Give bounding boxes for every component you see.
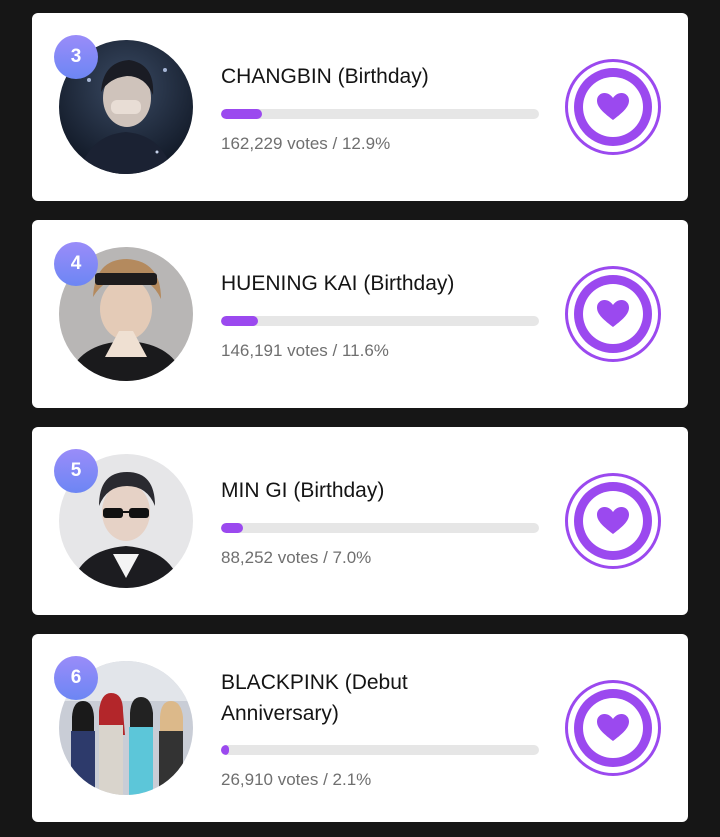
vote-count: 26,910 votes / 2.1%	[221, 770, 372, 789]
vote-progress-bar	[221, 316, 539, 326]
vote-progress-fill	[221, 523, 244, 533]
vote-count: 88,252 votes / 7.0%	[221, 548, 372, 567]
ranking-card: 6 BLACKPINK (Debut Anniversary) 26,910 v…	[32, 634, 688, 822]
vote-heart-button[interactable]	[565, 266, 661, 362]
vote-progress-fill	[221, 109, 263, 119]
candidate-name: BLACKPINK (Debut Anniversary)	[221, 671, 408, 725]
vote-heart-button[interactable]	[565, 473, 661, 569]
ranking-card: 5 MIN GI (Birthday) 88,252 votes / 7.0%	[32, 427, 688, 615]
heart-icon	[565, 473, 661, 569]
rank-badge: 3	[54, 35, 98, 79]
avatar-container: 6	[54, 656, 193, 795]
vote-heart-button[interactable]	[565, 59, 661, 155]
rank-badge: 4	[54, 242, 98, 286]
vote-progress-fill	[221, 745, 229, 755]
candidate-name: HUENING KAI (Birthday)	[221, 272, 455, 295]
ranking-card: 3 CHANGBIN (Birthday) 162,229 votes / 12…	[32, 13, 688, 201]
candidate-name: MIN GI (Birthday)	[221, 479, 385, 502]
vote-progress-bar	[221, 109, 539, 119]
vote-count: 162,229 votes / 12.9%	[221, 134, 391, 153]
vote-progress-fill	[221, 316, 258, 326]
vote-progress-bar	[221, 523, 539, 533]
rank-badge: 6	[54, 656, 98, 700]
vote-heart-button[interactable]	[565, 680, 661, 776]
rank-badge: 5	[54, 449, 98, 493]
candidate-name: CHANGBIN (Birthday)	[221, 65, 429, 88]
avatar-container: 4	[54, 242, 193, 381]
heart-icon	[565, 59, 661, 155]
vote-progress-bar	[221, 745, 539, 755]
avatar-container: 3	[54, 35, 193, 174]
avatar-container: 5	[54, 449, 193, 588]
heart-icon	[565, 266, 661, 362]
heart-icon	[565, 680, 661, 776]
ranking-card: 4 HUENING KAI (Birthday) 146,191 votes /…	[32, 220, 688, 408]
vote-count: 146,191 votes / 11.6%	[221, 341, 389, 360]
